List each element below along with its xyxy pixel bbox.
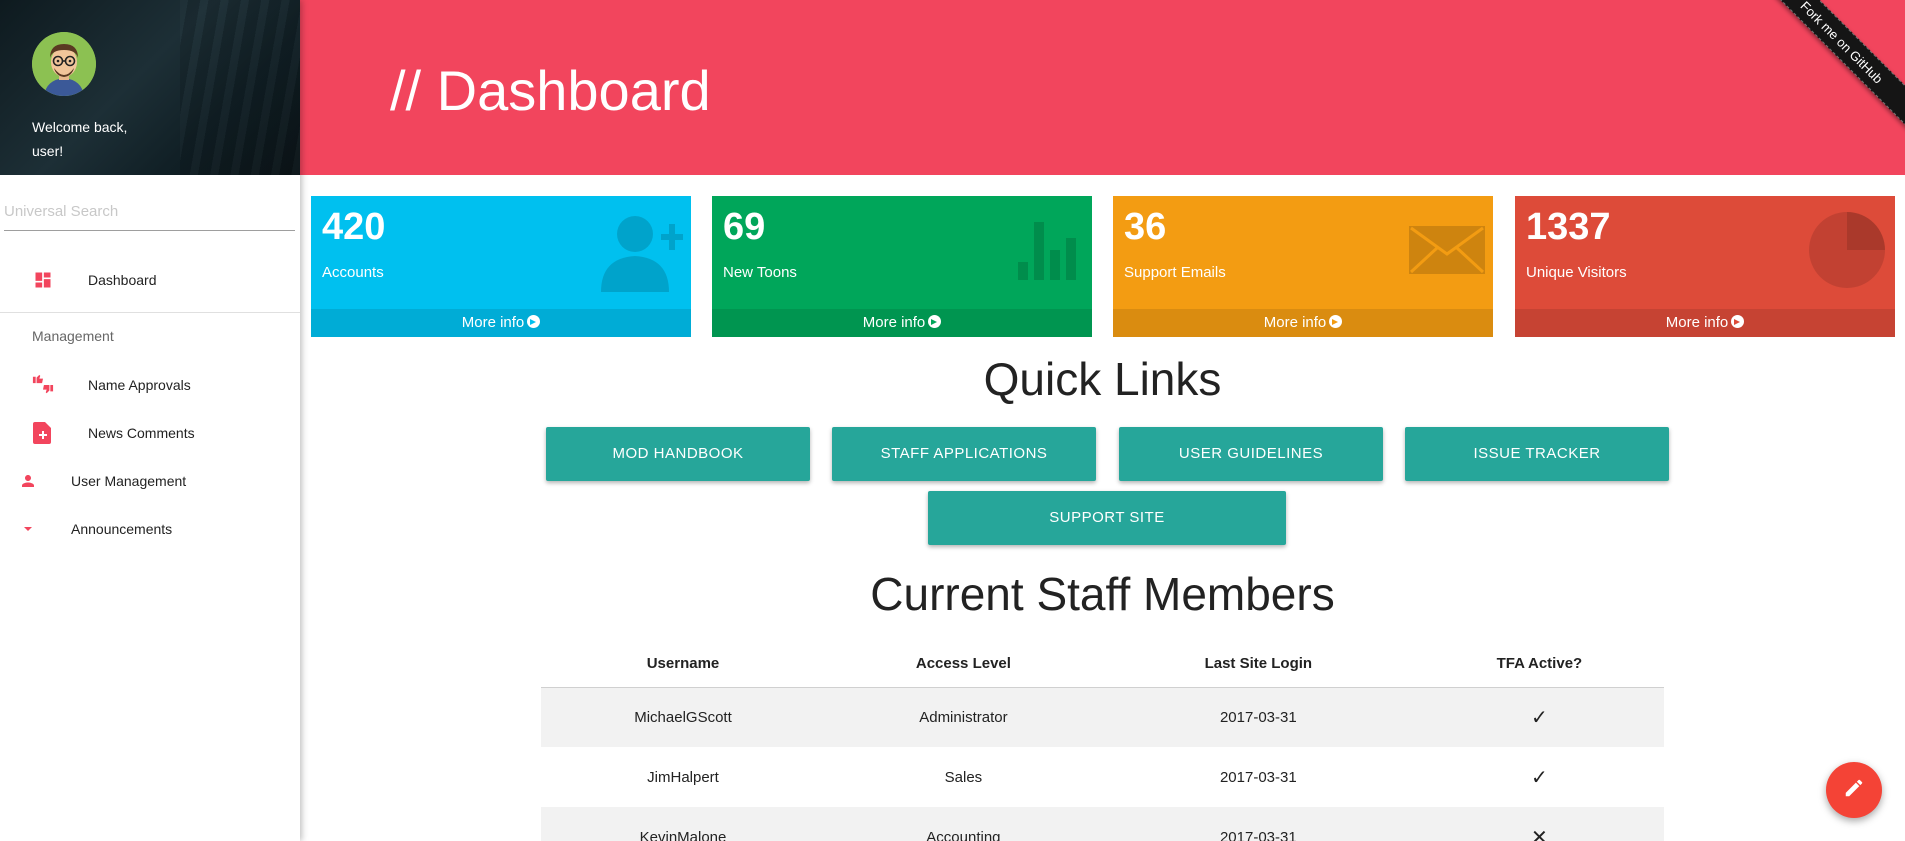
bar-chart-icon <box>1014 220 1084 285</box>
more-info-label: More info <box>461 314 525 331</box>
table-row: MichaelGScott Administrator 2017-03-31 ✓ <box>541 687 1664 747</box>
stat-value: 69 <box>723 206 766 248</box>
support-site-button[interactable]: SUPPORT SITE <box>928 491 1286 545</box>
stat-label: Unique Visitors <box>1526 264 1627 281</box>
issue-tracker-button[interactable]: ISSUE TRACKER <box>1405 427 1669 481</box>
arrow-circle-right-icon <box>1329 315 1343 328</box>
cell-last-login: 2017-03-31 <box>1101 807 1415 841</box>
pencil-icon <box>1843 777 1865 804</box>
github-ribbon[interactable]: Fork me on GitHub <box>1743 0 1905 141</box>
stat-box-support-emails: 36 Support Emails More info <box>1113 196 1493 337</box>
user-guidelines-button[interactable]: USER GUIDELINES <box>1119 427 1383 481</box>
more-info-link[interactable]: More info <box>1113 309 1493 337</box>
more-info-link[interactable]: More info <box>1515 309 1895 337</box>
dashboard-icon <box>32 269 54 291</box>
staff-applications-button[interactable]: STAFF APPLICATIONS <box>832 427 1096 481</box>
cell-access-level: Administrator <box>825 687 1102 747</box>
person-icon <box>17 470 39 492</box>
check-icon: ✓ <box>1531 766 1548 789</box>
quick-links-title: Quick Links <box>983 353 1222 405</box>
mod-handbook-button[interactable]: MOD HANDBOOK <box>546 427 810 481</box>
welcome-line: Welcome back, <box>32 119 128 135</box>
caret-down-icon <box>17 518 39 540</box>
stat-box-accounts: 420 Accounts More info <box>311 196 691 337</box>
staff-table: Username Access Level Last Site Login TF… <box>541 640 1664 841</box>
sidebar-item-label: Dashboard <box>88 272 157 288</box>
table-header-row: Username Access Level Last Site Login TF… <box>541 640 1664 688</box>
search-input[interactable] <box>4 194 295 228</box>
cell-username: KevinMalone <box>541 807 825 841</box>
envelope-icon <box>1409 226 1485 279</box>
arrow-circle-right-icon <box>1731 315 1745 328</box>
cell-username: MichaelGScott <box>541 687 825 747</box>
cell-access-level: Accounting <box>825 807 1102 841</box>
welcome-username: user! <box>32 143 64 159</box>
cell-access-level: Sales <box>944 768 983 786</box>
stat-value: 420 <box>322 206 386 248</box>
stat-label: Support Emails <box>1124 264 1226 281</box>
stat-label: Accounts <box>322 264 384 281</box>
user-avatar[interactable] <box>32 32 96 96</box>
note-add-icon <box>32 422 54 444</box>
arrow-circle-right-icon <box>527 315 541 328</box>
cell-username: JimHalpert <box>647 768 719 786</box>
sidebar-item-label: User Management <box>71 473 187 489</box>
stat-value: 1337 <box>1526 206 1611 248</box>
table-row: JimHalpert Sales 2017-03-31 ✓ <box>541 747 1664 807</box>
staff-section-title: Current Staff Members <box>870 568 1335 620</box>
sidebar-header: Welcome back, user! <box>0 0 300 175</box>
sidebar-divider <box>0 312 300 313</box>
check-icon: ✓ <box>1414 687 1664 747</box>
page-header: // Dashboard Fork me on GitHub <box>300 0 1905 175</box>
user-plus-icon <box>601 212 683 297</box>
sidebar-item-label: News Comments <box>88 425 195 441</box>
sidebar-item-name-approvals[interactable]: Name Approvals <box>32 374 191 396</box>
sidebar-item-announcements[interactable]: Announcements <box>17 518 172 540</box>
universal-search <box>4 194 295 231</box>
column-header-tfa[interactable]: TFA Active? <box>1414 640 1664 688</box>
stat-label: New Toons <box>723 264 797 281</box>
column-header-username[interactable]: Username <box>541 640 825 688</box>
cell-last-login: 2017-03-31 <box>1101 687 1415 747</box>
page-title: // Dashboard <box>390 59 711 122</box>
stat-box-new-toons: 69 New Toons More info <box>712 196 1092 337</box>
sidebar-item-news-comments[interactable]: News Comments <box>32 422 195 444</box>
sidebar-item-user-management[interactable]: User Management <box>17 470 186 492</box>
sidebar-item-dashboard[interactable]: Dashboard <box>32 269 157 291</box>
column-header-access-level[interactable]: Access Level <box>825 640 1102 688</box>
column-header-last-login[interactable]: Last Site Login <box>1101 640 1415 688</box>
edit-fab-button[interactable] <box>1826 762 1882 818</box>
welcome-message: Welcome back, user! <box>32 115 127 163</box>
sidebar-item-label: Name Approvals <box>88 377 191 393</box>
table-row: KevinMalone Accounting 2017-03-31 ✕ <box>541 807 1664 841</box>
more-info-label: More info <box>862 314 926 331</box>
more-info-label: More info <box>1665 314 1729 331</box>
stat-value: 36 <box>1124 206 1167 248</box>
close-icon: ✕ <box>1414 807 1664 841</box>
arrow-circle-right-icon <box>928 315 942 328</box>
sidebar-item-label: Announcements <box>71 521 173 537</box>
cell-last-login: 2017-03-31 <box>1219 768 1297 786</box>
more-info-link[interactable]: More info <box>712 309 1092 337</box>
thumbs-up-down-icon <box>32 374 54 396</box>
more-info-link[interactable]: More info <box>311 309 691 337</box>
pie-chart-icon <box>1807 210 1887 295</box>
more-info-label: More info <box>1263 314 1327 331</box>
stat-box-unique-visitors: 1337 Unique Visitors More info <box>1515 196 1895 337</box>
sidebar: Welcome back, user! Dashboard Management… <box>0 0 300 841</box>
management-header: Management <box>32 328 114 344</box>
